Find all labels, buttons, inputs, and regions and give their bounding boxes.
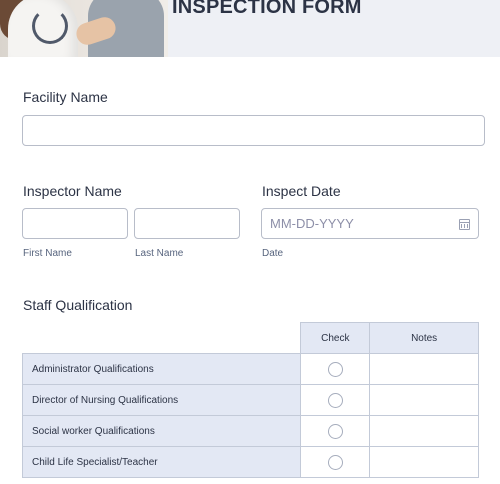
matrix-header-row: Check Notes: [22, 322, 479, 354]
check-radio[interactable]: [327, 423, 343, 439]
form-title: INSPECTION FORM: [172, 0, 362, 18]
date-sublabel: Date: [262, 248, 284, 259]
table-row: Director of Nursing Qualifications: [21, 384, 479, 416]
notes-cell[interactable]: [369, 384, 479, 416]
row-label: Administrator Qualifications: [21, 353, 302, 385]
header-image: [0, 0, 168, 57]
check-radio[interactable]: [327, 392, 343, 408]
last-name-input[interactable]: [134, 208, 240, 239]
check-cell: [300, 415, 371, 447]
row-label: Social worker Qualifications: [21, 415, 302, 447]
column-header-check: Check: [300, 322, 371, 354]
inspector-name-label: Inspector Name: [23, 183, 122, 199]
facility-name-input[interactable]: [22, 115, 485, 146]
first-name-sublabel: First Name: [23, 248, 72, 259]
check-radio[interactable]: [327, 361, 343, 377]
table-row: Social worker Qualifications: [21, 415, 479, 447]
notes-cell[interactable]: [369, 415, 479, 447]
table-row: Administrator Qualifications: [21, 353, 479, 385]
last-name-sublabel: Last Name: [135, 248, 184, 259]
check-cell: [300, 384, 371, 416]
staff-qualification-label: Staff Qualification: [23, 297, 133, 313]
column-header-notes: Notes: [369, 322, 479, 354]
notes-cell[interactable]: [369, 353, 479, 385]
matrix-corner: [22, 322, 302, 354]
table-row: Child Life Specialist/Teacher: [21, 446, 479, 478]
inspect-date-label: Inspect Date: [262, 183, 341, 199]
first-name-input[interactable]: [22, 208, 128, 239]
facility-name-label: Facility Name: [23, 89, 108, 105]
inspect-date-input[interactable]: MM-DD-YYYY: [261, 208, 479, 239]
check-cell: [300, 446, 371, 478]
notes-cell[interactable]: [369, 446, 479, 478]
row-label: Child Life Specialist/Teacher: [21, 446, 302, 478]
calendar-icon[interactable]: [459, 219, 470, 230]
form-header: INSPECTION FORM: [0, 0, 500, 57]
check-radio[interactable]: [327, 454, 343, 470]
staff-qualification-matrix: Check Notes Administrator Qualifications…: [21, 322, 479, 478]
row-label: Director of Nursing Qualifications: [21, 384, 302, 416]
check-cell: [300, 353, 371, 385]
date-placeholder: MM-DD-YYYY: [270, 216, 354, 231]
